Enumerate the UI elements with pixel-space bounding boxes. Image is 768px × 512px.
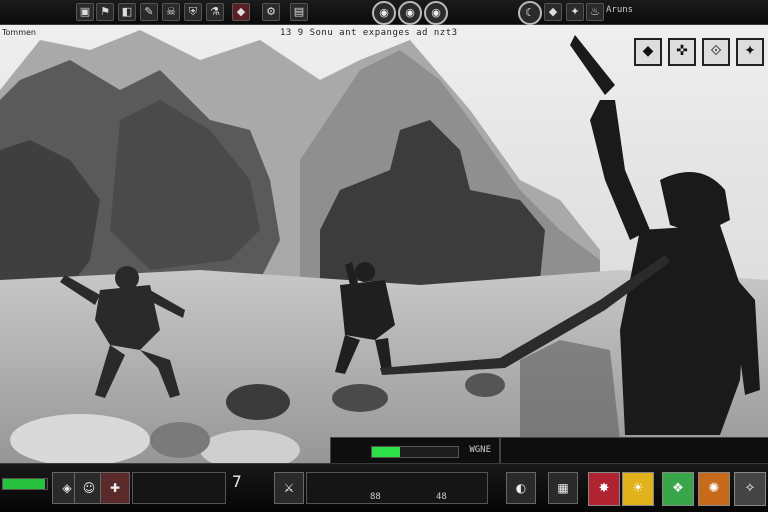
action-bar xyxy=(306,472,488,504)
zone-label: Tommen xyxy=(2,28,36,37)
ability-slot-dark[interactable]: ✧ xyxy=(734,472,766,506)
item-slot-1[interactable]: ◐ xyxy=(506,472,536,504)
game-screen: ▣ ⚑ ◧ ✎ ☠ ⛨ ⚗ ◆ ⚙ ▤ ◉ ◉ ◉ ☾ ◆ ✦ ♨ Aruns … xyxy=(0,0,768,512)
map-icon[interactable]: ◧ xyxy=(118,3,136,21)
stamina-meter xyxy=(371,446,459,458)
rune-icon-4[interactable]: ✦ xyxy=(736,38,764,66)
shield-icon[interactable]: ⛨ xyxy=(184,3,202,21)
scroll-icon[interactable]: ✎ xyxy=(140,3,158,21)
player-name: Aruns xyxy=(606,5,634,15)
resource-bar: WGNE xyxy=(330,437,500,465)
top-hud-bar: ▣ ⚑ ◧ ✎ ☠ ⛨ ⚗ ◆ ⚙ ▤ ◉ ◉ ◉ ☾ ◆ ✦ ♨ Aruns xyxy=(0,0,768,25)
ability-slot-orange[interactable]: ✺ xyxy=(698,472,730,506)
level-number: 7 xyxy=(232,472,242,491)
compass-icon-1[interactable]: ◉ xyxy=(372,1,396,25)
gem-red-icon[interactable]: ◆ xyxy=(232,3,250,21)
rune-icon-2[interactable]: ✜ xyxy=(668,38,696,66)
quest-text: 13 9 Sonu ant expanges ad nzt3 xyxy=(280,28,458,38)
journal-icon[interactable]: ▤ xyxy=(290,3,308,21)
gold-count: 88 xyxy=(370,492,381,502)
ammo-count: 48 xyxy=(436,492,447,502)
target-bar xyxy=(500,437,768,465)
ability-slot-yellow[interactable]: ☀ xyxy=(622,472,654,506)
bag-icon[interactable]: ▣ xyxy=(76,3,94,21)
game-scene xyxy=(0,0,768,512)
compass-icon-2[interactable]: ◉ xyxy=(398,1,422,25)
bottom-hud-bar: ◈ ☺ ✚ 7 ⚔ 88 48 ◐ ▦ ✸ ☀ ❖ ✺ ✧ xyxy=(0,463,768,512)
stamina-fill xyxy=(372,447,400,457)
ability-slot-green[interactable]: ❖ xyxy=(662,472,694,506)
moon-icon[interactable]: ☾ xyxy=(518,1,542,25)
weapon-slot[interactable]: ⚔ xyxy=(274,472,304,504)
rune-icon-3[interactable]: ⟐ xyxy=(702,38,730,66)
skull-icon[interactable]: ☠ xyxy=(162,3,180,21)
stamina-label: WGNE xyxy=(469,445,491,455)
skill-slot-2[interactable]: ✚ xyxy=(100,472,130,504)
potion-icon[interactable]: ⚗ xyxy=(206,3,224,21)
gem-icon[interactable]: ✦ xyxy=(566,3,584,21)
chat-panel[interactable] xyxy=(132,472,226,504)
rune-indicators: ◆ ✜ ⟐ ✦ xyxy=(634,38,764,66)
rune-icon-1[interactable]: ◆ xyxy=(634,38,662,66)
flag-icon[interactable]: ⚑ xyxy=(96,3,114,21)
ability-slot-red[interactable]: ✸ xyxy=(588,472,620,506)
diamond-icon[interactable]: ◆ xyxy=(544,3,562,21)
flame-icon[interactable]: ♨ xyxy=(586,3,604,21)
item-slot-2[interactable]: ▦ xyxy=(548,472,578,504)
health-fill xyxy=(3,479,45,489)
cog-icon[interactable]: ⚙ xyxy=(262,3,280,21)
health-bar xyxy=(2,478,48,490)
compass-icon-3[interactable]: ◉ xyxy=(424,1,448,25)
